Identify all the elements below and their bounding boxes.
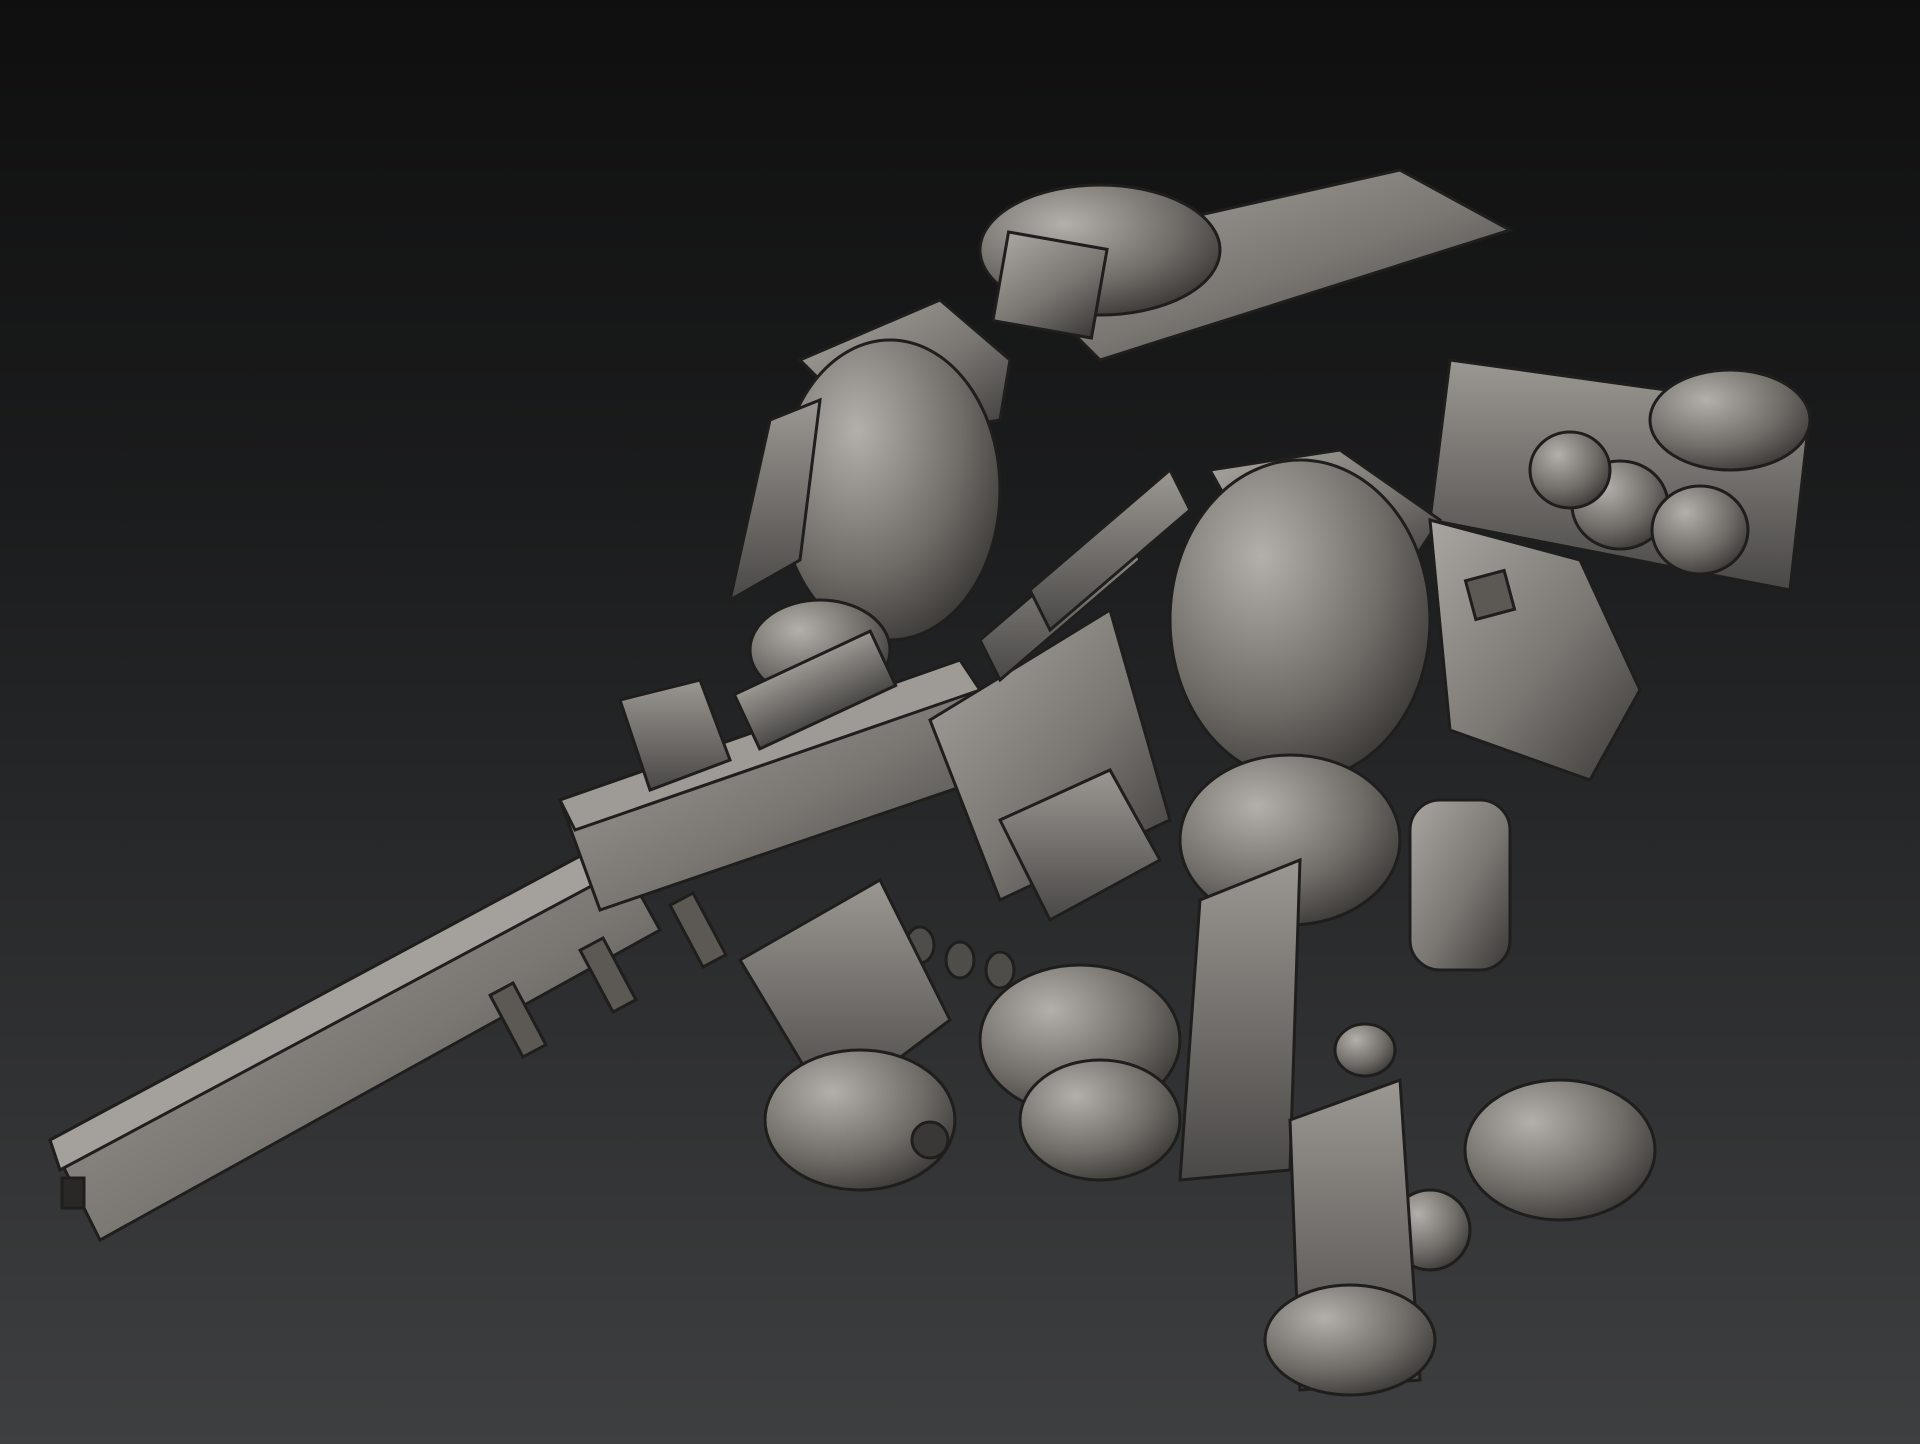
right-foot: [1463, 1078, 1657, 1222]
right-suit-vent: [1463, 568, 1517, 622]
rifle-band-3: [668, 890, 728, 970]
right-legs: [1178, 798, 1657, 1397]
cluster-nozzle-3: [984, 950, 1016, 990]
left-suit: [727, 183, 1222, 751]
rifle-barrel: [48, 837, 663, 1243]
left-suit-helmet-block: [991, 230, 1109, 340]
right-thigh: [1408, 798, 1512, 972]
left-suit-chest: [778, 338, 1002, 642]
rifle-barrel-top: [48, 838, 643, 1173]
left-foot: [1018, 1058, 1182, 1182]
right-suit-arm-shield: [1428, 517, 1642, 782]
cluster-spike-2: [1028, 467, 1192, 633]
right-suit-chest: [1168, 458, 1432, 782]
pod-cap: [1648, 368, 1812, 472]
pod-nozzle-2: [1650, 484, 1750, 576]
right-shin-plate: [1178, 857, 1302, 1182]
rendered-mech-model[interactable]: [0, 0, 1920, 1444]
left-knee: [763, 1048, 957, 1192]
3d-viewport[interactable]: [0, 0, 1920, 1444]
right-boot: [1263, 1283, 1437, 1397]
rifle-muzzle-slot: [60, 1176, 86, 1210]
cluster-nozzle-2: [944, 940, 976, 980]
pod-nozzle-3: [1528, 430, 1612, 510]
right-knee-port: [1333, 1022, 1397, 1078]
left-knee-port: [910, 1120, 950, 1160]
